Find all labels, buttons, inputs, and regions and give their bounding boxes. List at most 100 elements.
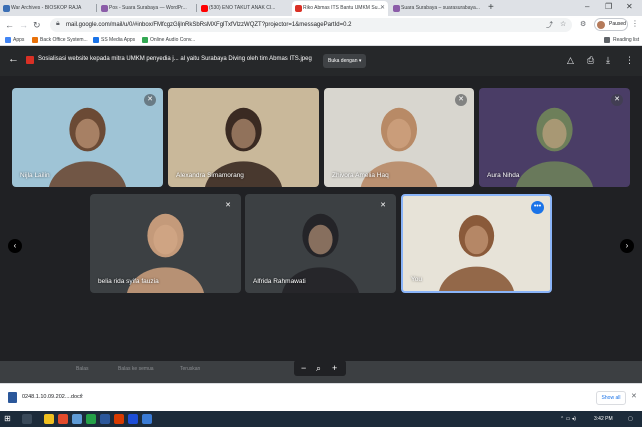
taskbar-app-icon[interactable] [114, 414, 124, 424]
reading-list-label: Reading list [613, 37, 640, 43]
windows-start-icon[interactable]: ⊞ [4, 414, 11, 424]
taskbar-app-icon[interactable] [72, 414, 82, 424]
tab-divider [96, 4, 97, 12]
participant-name: Aura Nihda [487, 172, 520, 179]
attachment-viewer: ← Sosialisasi website kepada mitra UMKM … [0, 46, 642, 383]
participant-video-figure [439, 215, 514, 291]
participant-name: Alfrida Rahmawati [253, 278, 306, 285]
tab-label: (530) ENO TAKUT ANAK CI... [209, 5, 276, 11]
mic-muted-icon: ✕ [455, 94, 467, 106]
tab-wordpress[interactable]: Pos - Suara Surabaya — WordPr... [98, 1, 196, 16]
extensions-icon[interactable]: ⚙ [580, 20, 586, 28]
tab-label: Pos - Suara Surabaya — WordPr... [109, 5, 187, 11]
zoom-icon[interactable]: ⌕ [316, 360, 321, 376]
bookmark-audio-converter[interactable]: Online Audio Conv... [142, 34, 195, 46]
mic-muted-icon: ✕ [144, 94, 156, 106]
close-viewer-back-icon[interactable]: ← [8, 53, 19, 65]
close-window-button[interactable]: ✕ [626, 0, 633, 14]
reply-label[interactable]: Balas [76, 366, 89, 372]
reload-icon[interactable]: ↻ [33, 19, 41, 31]
participant-tile: Alexandra Simamorang [168, 88, 319, 187]
download-filename[interactable]: 0248.1.10.09.202....docx [22, 392, 83, 403]
tab-label: Riko Abmas ITS Bantu UMKM Su... [303, 5, 382, 11]
face [464, 225, 489, 255]
mic-muted-icon: ✕ [377, 200, 389, 212]
bookmark-label: Back Office System... [40, 37, 88, 43]
tab-gmail-active[interactable]: Riko Abmas ITS Bantu UMKM Su... ✕ [292, 1, 388, 16]
zoom-in-button[interactable]: + [332, 360, 337, 376]
search-icon[interactable] [22, 414, 32, 424]
add-to-drive-icon[interactable]: △ [567, 55, 574, 66]
taskbar-app-icon[interactable] [128, 414, 138, 424]
bookmark-back-office[interactable]: Back Office System... [32, 34, 88, 46]
next-arrow-button[interactable]: › [620, 239, 634, 253]
face [153, 224, 178, 255]
tab-favicon-icon [201, 5, 208, 12]
address-bar[interactable]: 🔒︎ mail.google.com/mail/u/0/#inbox/FMfcg… [50, 18, 572, 32]
clock[interactable]: 3:42 PM [594, 414, 613, 424]
more-options-icon[interactable]: ••• [531, 201, 544, 214]
bookmark-favicon-icon [142, 37, 148, 43]
tab-favicon-icon [101, 5, 108, 12]
zoom-out-button[interactable]: − [301, 360, 306, 376]
participant-name: Nijla Lailin [20, 172, 50, 179]
participant-name: Alexandra Simamorang [176, 172, 244, 179]
mic-muted-icon: ✕ [611, 94, 623, 106]
lock-icon: 🔒︎ [56, 20, 60, 27]
meeting-screenshot: Nijla Lailin ✕ Alexandra Simamorang Zhivo… [0, 76, 642, 361]
download-shelf: 0248.1.10.09.202....docx ^ Show all ✕ [0, 383, 642, 411]
share-icon[interactable]: ⤴ [546, 20, 553, 30]
close-shelf-icon[interactable]: ✕ [631, 392, 637, 400]
taskbar-app-icon[interactable] [44, 414, 54, 424]
back-icon[interactable]: ← [5, 19, 14, 31]
shoulders [439, 266, 514, 291]
tab-favicon-icon [295, 5, 302, 12]
taskbar-app-icon[interactable] [142, 414, 152, 424]
face [542, 118, 567, 149]
tab-favicon-icon [3, 5, 10, 12]
taskbar-app-icon[interactable] [58, 414, 68, 424]
participant-tile: Nijla Lailin ✕ [12, 88, 163, 187]
system-tray-icons[interactable]: ⌃ ▭ ◂) [560, 414, 576, 424]
notifications-icon[interactable]: ▢ [628, 414, 633, 424]
taskbar-app-icon[interactable] [86, 414, 96, 424]
tab-label: War Archives - BIOSKOP RAJA [11, 5, 82, 11]
minimize-button[interactable]: – [585, 0, 589, 14]
bookmark-star-icon[interactable]: ☆ [560, 20, 566, 28]
close-tab-icon[interactable]: ✕ [380, 1, 385, 16]
reading-list[interactable]: Reading list [604, 34, 639, 46]
reply-all-label[interactable]: Balas ke semua [118, 366, 154, 372]
previous-arrow-button[interactable]: ‹ [8, 239, 22, 253]
forward-icon[interactable]: → [19, 19, 28, 31]
open-with-button[interactable]: Buka dengan ▾ [323, 54, 367, 68]
bookmark-ss-media[interactable]: SS Media Apps [93, 34, 135, 46]
participant-tile: Aura Nihda ✕ [479, 88, 630, 187]
chrome-menu-icon[interactable]: ⋮ [631, 19, 639, 28]
mic-muted-icon: ✕ [222, 200, 234, 212]
download-icon[interactable]: ⤓ [606, 55, 610, 66]
attachment-title: Sosialisasi website kepada mitra UMKM pe… [38, 56, 312, 62]
maximize-button[interactable]: ❐ [605, 0, 612, 14]
bookmark-label: SS Media Apps [101, 37, 136, 43]
tab-bioskop[interactable]: War Archives - BIOSKOP RAJA [0, 1, 95, 16]
bookmark-favicon-icon [32, 37, 38, 43]
zoom-controls: − ⌕ + [294, 360, 346, 376]
tab-suara-surabaya[interactable]: Suara Surabaya – suarasurabaya... [390, 1, 486, 16]
show-all-button[interactable]: Show all [596, 391, 626, 405]
participant-tile: Alfrida Rahmawati ✕ [245, 194, 396, 293]
profile-button[interactable]: Paused [594, 18, 628, 31]
bookmark-apps[interactable]: Apps [5, 34, 24, 46]
participant-name: Zhivora Amelia Haq [332, 172, 389, 179]
taskbar-app-icon[interactable] [100, 414, 110, 424]
participant-tile-self: You ••• [401, 194, 552, 293]
print-icon[interactable]: ⎙ [587, 55, 594, 66]
new-tab-button[interactable]: + [488, 0, 494, 16]
more-options-icon[interactable]: ⋮ [625, 55, 634, 66]
face [231, 118, 256, 149]
forward-label[interactable]: Teruskan [180, 366, 200, 372]
download-options-chevron-icon[interactable]: ^ [80, 392, 83, 403]
tab-youtube[interactable]: (530) ENO TAKUT ANAK CI... [198, 1, 290, 16]
face [387, 118, 411, 149]
avatar [597, 21, 605, 29]
shoulders [515, 161, 594, 187]
